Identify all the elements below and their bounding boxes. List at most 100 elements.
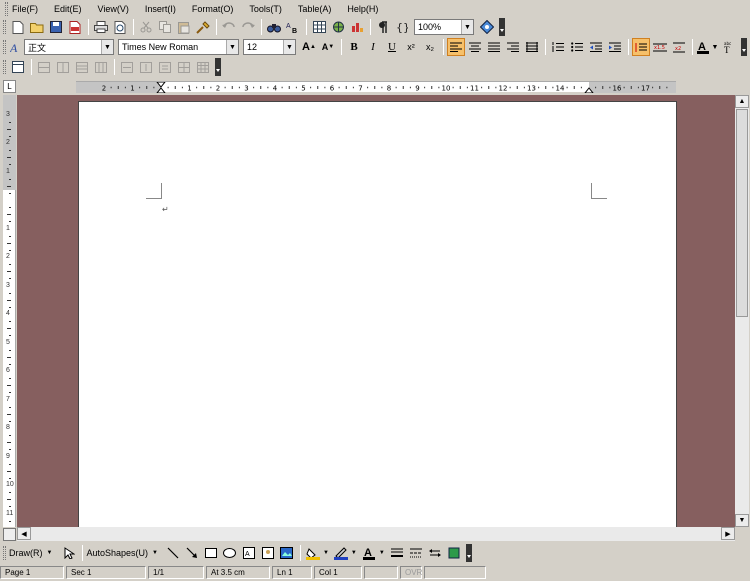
open-button[interactable] [28, 18, 46, 36]
draw-menu[interactable]: Draw(R) [9, 548, 43, 558]
find-button[interactable] [265, 18, 283, 36]
toolbar-grip[interactable] [3, 20, 6, 34]
phonetic-guide-button[interactable]: abc T [720, 38, 738, 56]
styles-button[interactable]: A [9, 38, 23, 56]
table-draw-button[interactable] [9, 58, 27, 76]
numbered-list-button[interactable] [549, 38, 567, 56]
menu-format[interactable]: Format(O) [191, 2, 235, 16]
menu-view[interactable]: View(V) [97, 2, 130, 16]
distribute-button[interactable] [523, 38, 541, 56]
line-spacing-1-button[interactable] [632, 38, 650, 56]
align-right-button[interactable] [504, 38, 522, 56]
increase-indent-button[interactable] [606, 38, 624, 56]
document-canvas[interactable]: ↵ [17, 95, 735, 527]
merge-cells-button[interactable] [118, 58, 136, 76]
arrow-button[interactable] [183, 544, 201, 562]
insert-image-button[interactable] [259, 544, 277, 562]
chevron-down-icon[interactable]: ▼ [101, 40, 113, 54]
bullet-list-button[interactable] [568, 38, 586, 56]
chevron-down-icon[interactable]: ▼ [226, 40, 238, 54]
fill-color-button[interactable] [304, 544, 322, 562]
align-justify-button[interactable] [485, 38, 503, 56]
line-color-dropdown[interactable]: ▼ [351, 550, 357, 556]
tab-selector[interactable]: L [3, 80, 16, 93]
insert-column-button[interactable] [54, 58, 72, 76]
bold-button[interactable]: B [345, 38, 363, 56]
fill-color-dropdown[interactable]: ▼ [323, 550, 329, 556]
textbox-button[interactable]: A [240, 544, 258, 562]
menu-insert[interactable]: Insert(I) [144, 2, 177, 16]
line-color-button[interactable] [332, 544, 350, 562]
rectangle-button[interactable] [202, 544, 220, 562]
insert-row-button[interactable] [35, 58, 53, 76]
italic-button[interactable]: I [364, 38, 382, 56]
menu-file[interactable]: File(F) [11, 2, 39, 16]
save-button[interactable] [47, 18, 65, 36]
superscript-button[interactable]: x² [402, 38, 420, 56]
menu-tools[interactable]: Tools(T) [248, 2, 283, 16]
table-autofit-button[interactable] [175, 58, 193, 76]
dash-style-button[interactable] [407, 544, 425, 562]
draw-font-color-dropdown[interactable]: ▼ [379, 550, 385, 556]
print-preview-button[interactable] [111, 18, 129, 36]
line-spacing-2-button[interactable]: x2 [670, 38, 688, 56]
help-button[interactable] [478, 18, 496, 36]
toolbar-grip[interactable] [3, 40, 6, 54]
replace-button[interactable]: AB [284, 18, 302, 36]
font-select[interactable]: Times New Roman ▼ [118, 39, 239, 55]
insert-chart-button[interactable] [348, 18, 366, 36]
field-codes-button[interactable]: {} [393, 18, 411, 36]
chevron-down-icon[interactable]: ▼ [283, 40, 295, 54]
menu-grip[interactable] [5, 1, 8, 16]
insert-picture-button[interactable] [329, 18, 347, 36]
document-page[interactable]: ↵ [78, 101, 677, 527]
horizontal-scrollbar[interactable]: ◀ ▶ [17, 527, 735, 541]
shrink-font-button[interactable]: A ▼ [319, 38, 337, 56]
table-grid-button[interactable] [194, 58, 212, 76]
insert-table-button[interactable] [310, 18, 328, 36]
arrow-style-button[interactable] [426, 544, 444, 562]
font-color-dropdown[interactable]: ▼ [711, 38, 719, 56]
menu-help[interactable]: Help(H) [346, 2, 379, 16]
view-mode-button[interactable] [3, 528, 16, 541]
oval-button[interactable] [221, 544, 239, 562]
scroll-down-button[interactable]: ▼ [735, 514, 749, 527]
delete-row-button[interactable] [73, 58, 91, 76]
export-pdf-button[interactable] [66, 18, 84, 36]
show-marks-button[interactable] [374, 18, 392, 36]
subscript-button[interactable]: x₂ [421, 38, 439, 56]
line-spacing-15-button[interactable]: x1.5 [651, 38, 669, 56]
menu-edit[interactable]: Edit(E) [53, 2, 83, 16]
autoshapes-menu[interactable]: AutoShapes(U) [86, 548, 148, 558]
scroll-left-button[interactable]: ◀ [17, 527, 31, 540]
style-select[interactable]: 正文 ▼ [24, 39, 114, 55]
cut-button[interactable] [137, 18, 155, 36]
font-color-button[interactable]: A [696, 38, 710, 56]
toolbar-overflow[interactable] [499, 18, 505, 36]
draw-font-color-button[interactable]: A [360, 544, 378, 562]
scroll-up-button[interactable]: ▲ [735, 95, 749, 108]
line-style-button[interactable] [388, 544, 406, 562]
select-objects-button[interactable] [60, 544, 78, 562]
align-left-button[interactable] [447, 38, 465, 56]
right-indent-marker[interactable] [584, 82, 594, 93]
font-size-select[interactable]: 12 ▼ [243, 39, 296, 55]
zoom-select[interactable]: 100% ▼ [414, 19, 474, 35]
line-button[interactable] [164, 544, 182, 562]
toolbar-overflow[interactable] [741, 38, 747, 56]
vertical-scrollbar[interactable]: ▲ ▼ [735, 95, 749, 527]
underline-button[interactable]: U [383, 38, 401, 56]
paste-button[interactable] [175, 18, 193, 36]
table-align-button[interactable] [156, 58, 174, 76]
align-center-button[interactable] [466, 38, 484, 56]
new-document-button[interactable] [9, 18, 27, 36]
decrease-indent-button[interactable] [587, 38, 605, 56]
toolbar-grip[interactable] [3, 60, 6, 74]
vertical-ruler[interactable]: 3 2 1 1 2 3 4 5 6 7 8 9 10 11 [3, 95, 16, 527]
indent-marker[interactable] [156, 82, 166, 93]
copy-button[interactable] [156, 18, 174, 36]
toolbar-overflow[interactable] [215, 58, 221, 76]
toolbar-grip[interactable] [3, 546, 6, 560]
split-cells-button[interactable] [137, 58, 155, 76]
grow-font-button[interactable]: A ▲ [300, 38, 318, 56]
